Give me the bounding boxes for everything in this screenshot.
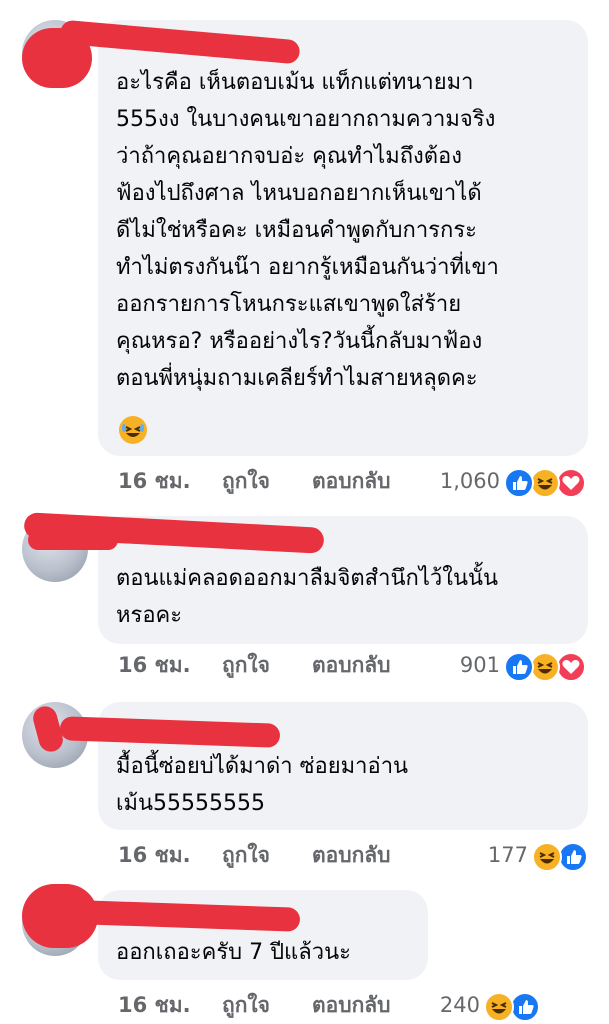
love-reaction-icon bbox=[556, 468, 586, 498]
love-reaction-icon bbox=[556, 652, 586, 682]
comment-text: มื้อนี้ซ่อยบ่ได้มาด่า ซ่อยมาอ่าน เม้น555… bbox=[116, 754, 409, 816]
reaction-count[interactable]: 177 bbox=[448, 840, 528, 870]
comment-text: อะไรคือ เห็นตอบเม้น แท็กแต่ทนายมา 555งง … bbox=[116, 70, 499, 391]
reply-button[interactable]: ตอบกลับ bbox=[312, 650, 391, 680]
comment-actions: 16 ชม. ถูกใจ ตอบกลับ bbox=[118, 650, 438, 680]
timestamp[interactable]: 16 ชม. bbox=[118, 466, 191, 496]
like-button[interactable]: ถูกใจ bbox=[222, 990, 270, 1020]
timestamp[interactable]: 16 ชม. bbox=[118, 840, 191, 870]
like-button[interactable]: ถูกใจ bbox=[222, 466, 270, 496]
like-reaction-icon bbox=[558, 842, 588, 872]
like-reaction-icon bbox=[510, 992, 540, 1022]
reaction-count[interactable]: 240 bbox=[400, 990, 480, 1020]
reactions[interactable] bbox=[504, 466, 594, 498]
laughing-emoji-icon bbox=[119, 416, 147, 444]
reply-button[interactable]: ตอบกลับ bbox=[312, 466, 391, 496]
reactions[interactable] bbox=[484, 990, 548, 1022]
reactions[interactable] bbox=[504, 650, 594, 682]
reaction-count[interactable]: 1,060 bbox=[420, 466, 500, 496]
haha-reaction-icon bbox=[532, 842, 562, 872]
timestamp[interactable]: 16 ชม. bbox=[118, 990, 191, 1020]
comment-text: ตอนแม่คลอดออกมาลืมจิตสำนึกไว้ในนั้น หรอค… bbox=[116, 566, 499, 628]
reactions[interactable] bbox=[532, 840, 596, 872]
like-reaction-icon bbox=[504, 468, 534, 498]
like-button[interactable]: ถูกใจ bbox=[222, 650, 270, 680]
comment-actions: 16 ชม. ถูกใจ ตอบกลับ bbox=[118, 840, 438, 870]
haha-reaction-icon bbox=[530, 652, 560, 682]
comment-actions: 16 ชม. ถูกใจ ตอบกลับ bbox=[118, 990, 438, 1020]
haha-reaction-icon bbox=[484, 992, 514, 1022]
redaction-mark bbox=[28, 530, 118, 550]
timestamp[interactable]: 16 ชม. bbox=[118, 650, 191, 680]
like-reaction-icon bbox=[504, 652, 534, 682]
comment-text: ออกเถอะครับ 7 ปีแล้วนะ bbox=[116, 940, 351, 965]
comment-actions: 16 ชม. ถูกใจ ตอบกลับ bbox=[118, 466, 438, 496]
reaction-count[interactable]: 901 bbox=[420, 650, 500, 680]
reply-button[interactable]: ตอบกลับ bbox=[312, 840, 391, 870]
haha-reaction-icon bbox=[530, 468, 560, 498]
like-button[interactable]: ถูกใจ bbox=[222, 840, 270, 870]
reply-button[interactable]: ตอบกลับ bbox=[312, 990, 391, 1020]
